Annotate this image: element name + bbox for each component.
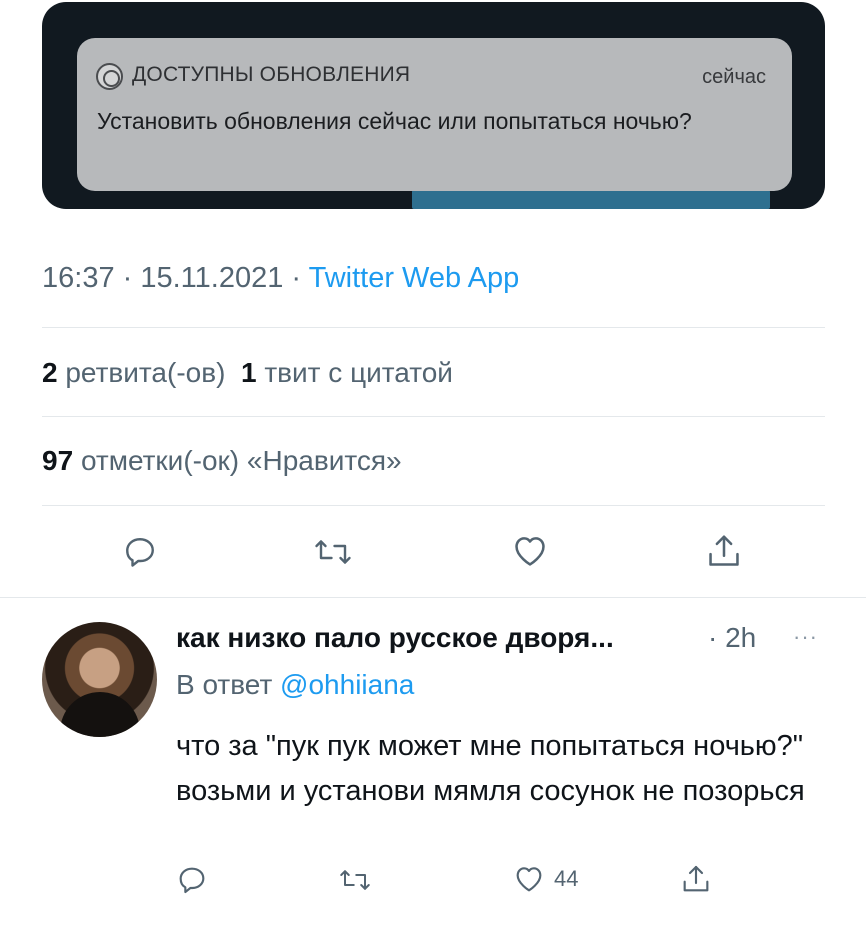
reply-text: что за "пук пук может мне попытаться ноч… bbox=[176, 730, 805, 807]
tweet-timestamp-line: 16:37 · 15.11.2021 · Twitter Web App bbox=[42, 262, 519, 295]
tweet-timestamp: 16:37 · 15.11.2021 · bbox=[42, 262, 309, 294]
reply-like-count: 44 bbox=[554, 866, 579, 891]
retweet-button[interactable] bbox=[313, 534, 353, 570]
media-background-bubble bbox=[412, 190, 770, 209]
share-icon bbox=[709, 535, 739, 566]
retweets-label: ретвита(-ов) bbox=[65, 357, 226, 388]
divider bbox=[42, 416, 825, 417]
reply-time[interactable]: · 2h bbox=[708, 622, 756, 654]
divider bbox=[42, 505, 825, 506]
reply-icon bbox=[126, 538, 154, 567]
settings-gear-icon bbox=[96, 63, 123, 90]
avatar-figure bbox=[60, 692, 140, 737]
likes-label: отметки(-ок) «Нравится» bbox=[80, 445, 402, 476]
reply-icon bbox=[179, 867, 205, 894]
reply-like-button[interactable]: 44 bbox=[512, 863, 578, 895]
likes-count: 97 bbox=[42, 445, 74, 476]
notification-time: сейчас bbox=[702, 66, 766, 88]
retweet-stats[interactable]: 2 ретвита(-ов) 1 твит с цитатой bbox=[42, 357, 453, 389]
retweet-icon bbox=[315, 540, 351, 564]
replying-to-line: В ответ @ohhiiana bbox=[176, 669, 414, 701]
reply-share-button[interactable] bbox=[680, 862, 712, 896]
retweet-icon bbox=[340, 870, 370, 890]
replying-to-prefix: В ответ bbox=[176, 669, 281, 700]
replying-to-handle[interactable]: @ohhiiana bbox=[280, 669, 414, 700]
share-icon bbox=[683, 865, 709, 892]
like-icon bbox=[515, 537, 545, 566]
likes-stats[interactable]: 97 отметки(-ок) «Нравится» bbox=[42, 445, 402, 477]
reply-reply-button[interactable] bbox=[176, 864, 208, 896]
quotes-count: 1 bbox=[240, 357, 257, 388]
like-icon bbox=[516, 867, 542, 892]
tweet-source-link[interactable]: Twitter Web App bbox=[309, 262, 520, 294]
quotes-label: твит с цитатой bbox=[264, 357, 453, 388]
divider bbox=[42, 327, 825, 328]
avatar[interactable] bbox=[42, 622, 157, 737]
reply-button[interactable] bbox=[122, 534, 158, 570]
retweets-count: 2 bbox=[42, 357, 58, 388]
notification-body: Установить обновления сейчас или попытат… bbox=[97, 108, 692, 134]
reply-retweet-button[interactable] bbox=[338, 865, 372, 895]
share-button[interactable] bbox=[705, 531, 743, 571]
reply-author-name[interactable]: как низко пало русское дворя... bbox=[176, 622, 614, 654]
like-button[interactable] bbox=[510, 532, 550, 570]
notification-app-name: ДОСТУПНЫ ОБНОВЛЕНИЯ bbox=[132, 63, 411, 86]
more-icon[interactable]: ··· bbox=[793, 624, 818, 650]
divider bbox=[0, 597, 866, 598]
